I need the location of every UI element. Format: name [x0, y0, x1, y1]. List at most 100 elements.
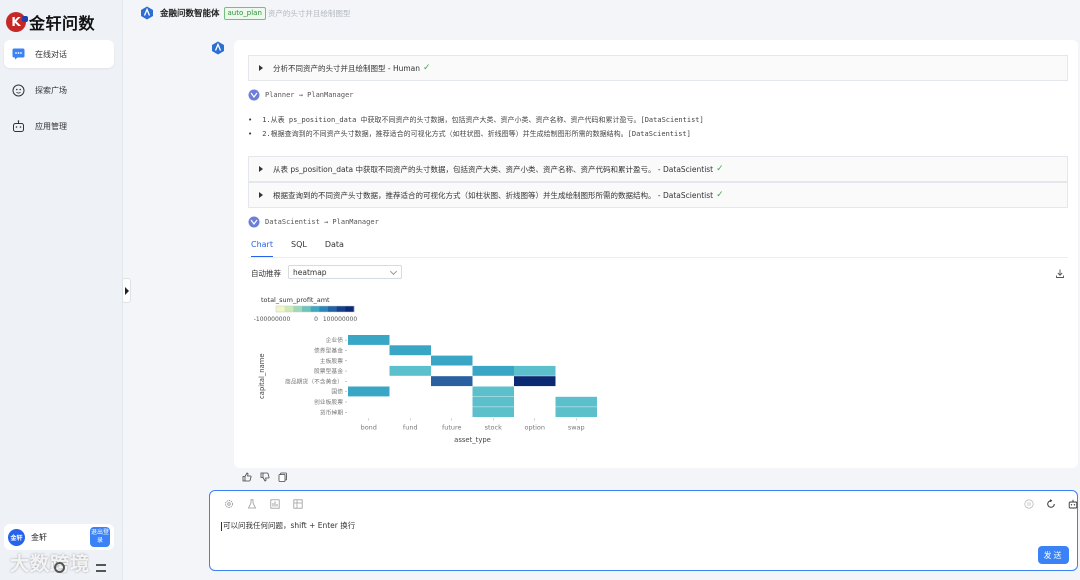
sidebar-item-label: 探索广场: [35, 85, 67, 95]
chart-type-value: heatmap: [293, 267, 327, 277]
check-icon: ✓: [716, 164, 724, 174]
chat-input[interactable]: 可以问我任何问题，shift + Enter 换行: [221, 520, 355, 531]
check-icon: ✓: [716, 190, 724, 200]
thumbs-down-icon[interactable]: [260, 472, 270, 482]
refresh-icon[interactable]: [1046, 499, 1056, 509]
chevron-right-icon: [124, 286, 129, 295]
x-tick-label: stock: [485, 423, 502, 431]
subtask-text: 从表 ps_position_data 中获取不同资产的头寸数据，包括资产大类、…: [273, 164, 714, 174]
heatmap-cell: [348, 335, 390, 345]
y-tick-label: 企业债: [326, 336, 344, 344]
result-tabs: Chart SQL Data: [251, 240, 362, 258]
x-tick-label: swap: [568, 423, 585, 431]
y-tick-label: 国债: [331, 388, 343, 396]
sidebar-item-explore[interactable]: 探索广场: [4, 76, 114, 104]
mode-tag: auto_plan: [223, 6, 266, 20]
legend-swatch: [319, 306, 329, 312]
tabs-divider: [248, 257, 1068, 258]
legend-tick-label: -100000000: [254, 316, 290, 323]
sidebar-item-chat[interactable]: 在线对话: [4, 40, 114, 68]
heatmap-cell: [431, 376, 473, 387]
subtask-row[interactable]: 从表 ps_position_data 中获取不同资产的头寸数据，包括资产大类、…: [248, 156, 1068, 182]
x-tick-label: fund: [403, 423, 418, 431]
copy-icon[interactable]: [278, 472, 288, 482]
chevron-down-icon: [389, 267, 398, 276]
heatmap-cell: [472, 365, 514, 376]
watermark-text: 大数跨境: [10, 552, 91, 575]
download-icon[interactable]: [1056, 269, 1064, 278]
logo-text: 金轩问数: [29, 14, 96, 33]
chat-header: 金融问数智能体 auto_plan 资产的头寸并且绘制图型: [140, 4, 350, 22]
chat-icon: [12, 48, 25, 61]
agent-avatar-icon: [212, 41, 224, 55]
sidebar-item-label: 在线对话: [35, 49, 67, 59]
legend-swatch: [284, 306, 294, 312]
stop-icon[interactable]: [1024, 499, 1034, 509]
robot-icon: [12, 119, 25, 133]
heatmap-cell: [472, 407, 514, 417]
legend-swatch: [293, 306, 303, 312]
route-datascientist: DataScientist → PlanManager: [248, 215, 379, 229]
flask-icon[interactable]: [247, 499, 257, 509]
legend-title: total_sum_profit_amt: [261, 296, 330, 304]
y-tick-label: 股票型基金: [314, 367, 343, 375]
heatmap-chart: total_sum_profit_amt -100000000 0 100000000…: [254, 296, 597, 444]
subtask-row[interactable]: 根据查询到的不同资产头寸数据，推荐适合的可视化方式（如柱状图、折线图等）并生成绘…: [248, 182, 1068, 208]
legend-swatch: [276, 306, 285, 312]
thumbs-up-icon[interactable]: [242, 472, 252, 482]
feedback-actions: [242, 472, 296, 484]
input-right-tools: [1012, 499, 1078, 509]
route-text: Planner → PlanManager: [265, 91, 354, 99]
text-caret: [221, 521, 222, 531]
task-text: 分析不同资产的头寸并且绘制图型 - Human: [273, 63, 421, 73]
logout-button[interactable]: 退出登录: [90, 527, 110, 547]
conversation-title: 资产的头寸并且绘制图型: [267, 8, 351, 18]
sidebar-bottom: 大数跨境: [10, 548, 115, 576]
send-button[interactable]: 发送: [1038, 546, 1069, 564]
tab-chart[interactable]: Chart: [251, 240, 273, 258]
x-tick-label: option: [524, 423, 545, 431]
chart-type-select[interactable]: heatmap: [288, 265, 402, 279]
avatar[interactable]: 金轩: [8, 528, 25, 546]
y-axis-title: capital_name: [258, 353, 266, 399]
x-tick-label: future: [442, 423, 462, 431]
robot-icon[interactable]: [1068, 499, 1078, 509]
settings-icon[interactable]: [54, 562, 65, 573]
heatmap-cell: [514, 365, 556, 376]
task-row[interactable]: 分析不同资产的头寸并且绘制图型 - Human ✓: [248, 55, 1068, 81]
plan-step: 2.根据查询到的不同资产头寸数据，推荐适合的可视化方式（如柱状图、折线图等）并生…: [248, 127, 1068, 141]
bar-chart-icon[interactable]: [270, 499, 280, 509]
chat-input-box[interactable]: 可以问我任何问题，shift + Enter 换行 发送: [209, 490, 1078, 571]
y-tick-label: 主板股票: [320, 357, 343, 365]
sidebar-item-apps[interactable]: 应用管理: [4, 112, 114, 140]
route-text: DataScientist → PlanManager: [265, 218, 379, 226]
heatmap-cell: [472, 386, 514, 397]
tab-sql[interactable]: SQL: [291, 240, 307, 258]
check-icon: ✓: [423, 63, 431, 73]
y-tick-label: 商品期货（不含黄金）: [285, 377, 343, 385]
tab-data[interactable]: Data: [325, 240, 344, 258]
heatmap-cell: [431, 355, 473, 366]
expand-icon: [259, 166, 263, 172]
input-placeholder: 可以问我任何问题，shift + Enter 换行: [223, 521, 356, 530]
recommend-label: 自动推荐: [251, 268, 281, 278]
app-logo[interactable]: K 金轩问数: [6, 11, 95, 33]
heatmap-cell: [555, 396, 597, 407]
user-name: 金轩: [31, 532, 47, 542]
menu-icon[interactable]: [96, 564, 106, 572]
plan-steps: 1.从表 ps_position_data 中获取不同资产的头寸数据，包括资产大…: [248, 113, 1068, 141]
expand-icon: [259, 192, 263, 198]
subtask-text: 根据查询到的不同资产头寸数据，推荐适合的可视化方式（如柱状图、折线图等）并生成绘…: [273, 190, 714, 200]
sidebar-item-label: 应用管理: [35, 121, 67, 131]
compass-icon: [12, 84, 25, 97]
table-icon[interactable]: [293, 499, 303, 509]
sidebar-collapse-handle[interactable]: [122, 278, 131, 303]
legend-swatch: [345, 306, 355, 312]
sidebar-nav: 在线对话 探索广场 应用管理: [4, 40, 114, 148]
gear-icon[interactable]: [224, 499, 234, 509]
legend-swatch: [328, 306, 337, 312]
legend-swatch: [310, 306, 320, 312]
user-panel: 金轩 金轩 退出登录: [4, 524, 114, 550]
sidebar: K 金轩问数 在线对话 探索广场 应用管理 金轩 金轩 退出登录 大数跨境: [0, 0, 123, 580]
x-axis-title: asset_type: [454, 436, 491, 444]
